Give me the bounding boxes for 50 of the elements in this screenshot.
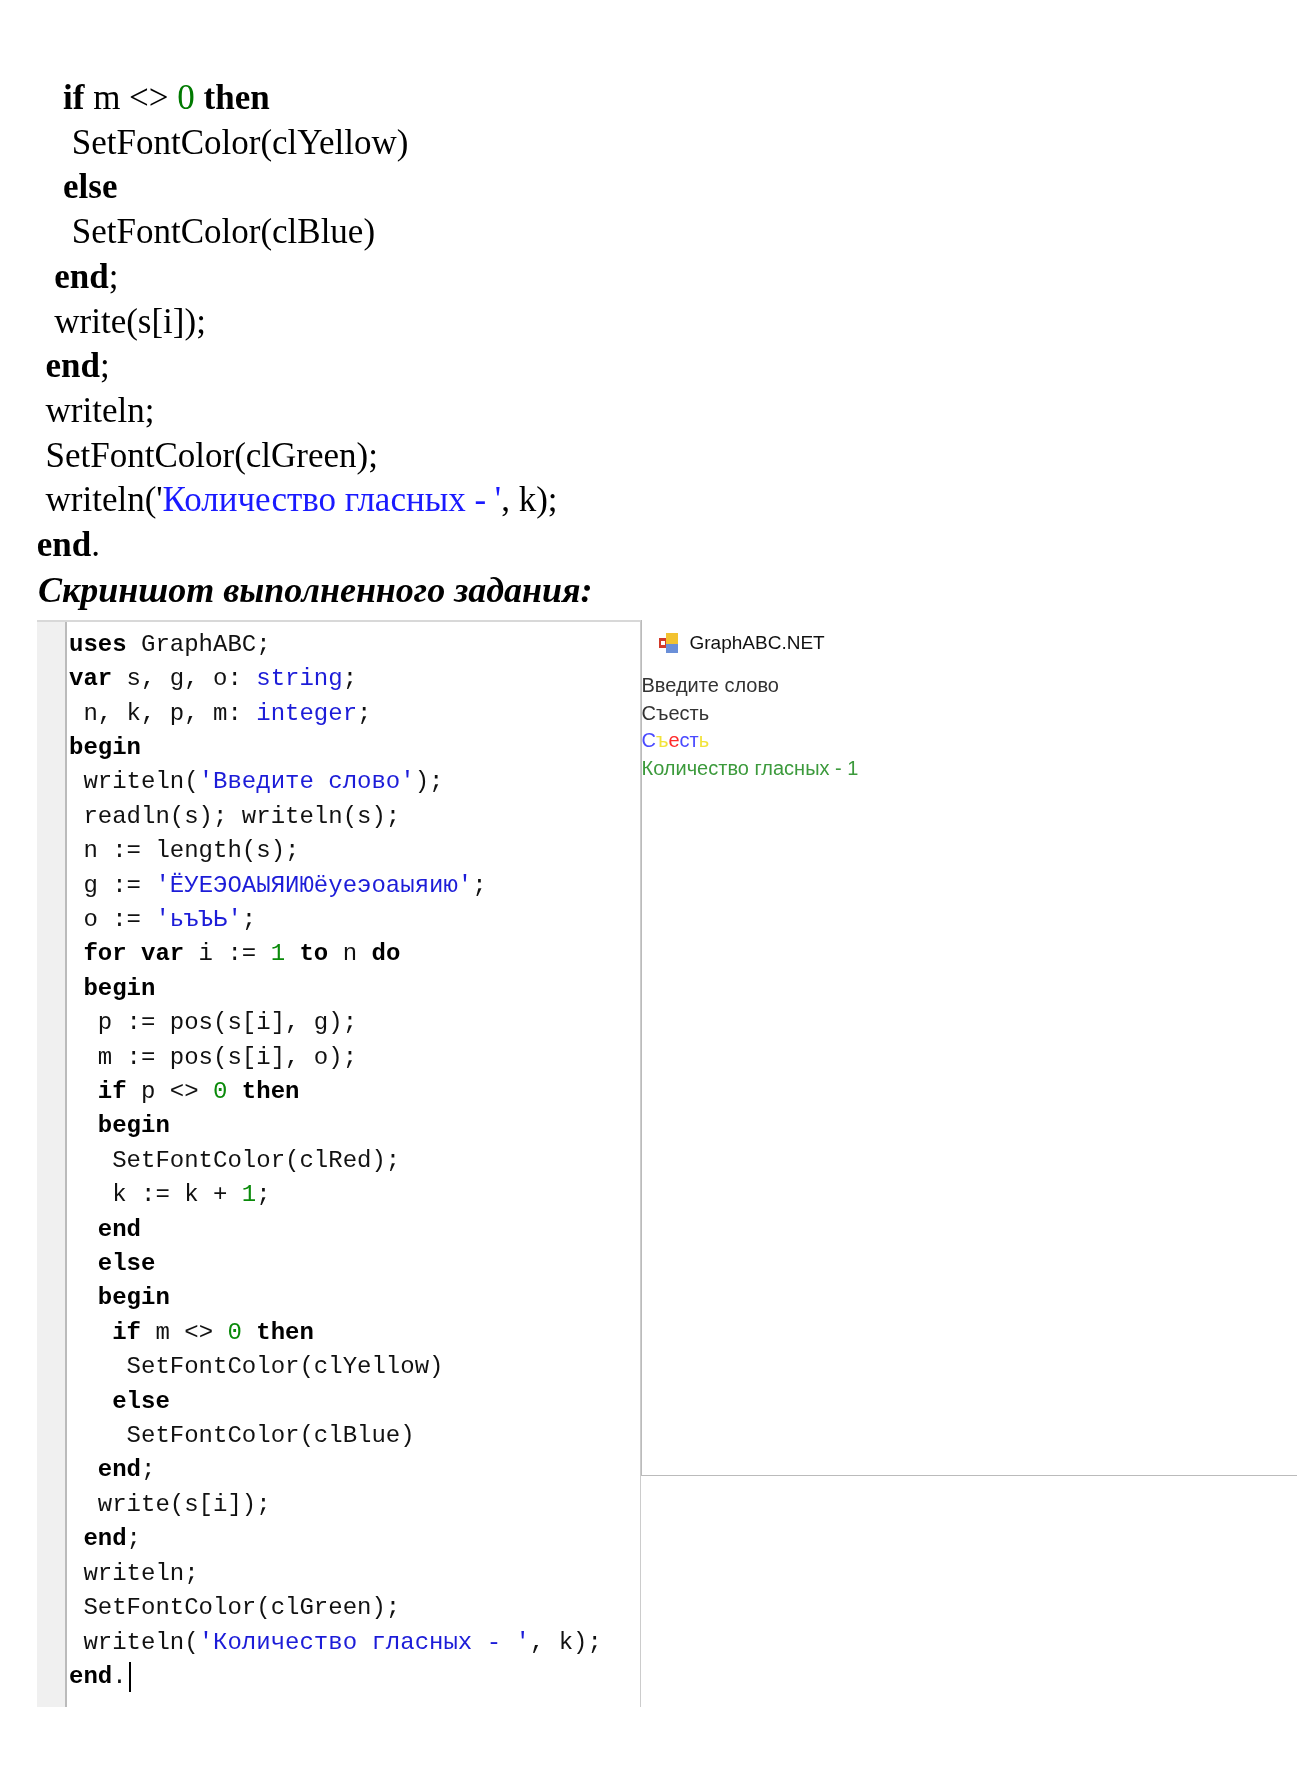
code-line: n, k, p, m: integer; xyxy=(82,698,372,729)
code-line: if m <> 0 then xyxy=(62,77,270,119)
app-icon xyxy=(657,631,680,654)
code-line: begin xyxy=(69,732,141,763)
code-line: end; xyxy=(96,1455,156,1486)
code-line: end. xyxy=(35,524,100,567)
code-line: if m <> 0 then xyxy=(111,1317,314,1348)
code-line: m := pos(s[i], o); xyxy=(96,1042,358,1073)
output-line: Съесть xyxy=(641,728,710,754)
code-line: SetFontColor(clYellow) xyxy=(70,121,409,164)
code-line: SetFontColor(clYellow) xyxy=(125,1352,444,1383)
code-line: SetFontColor(clRed); xyxy=(111,1145,401,1176)
code-line: writeln('Количество гласных - ', k); xyxy=(82,1627,602,1658)
output-line: Введите слово xyxy=(641,672,779,698)
code-line: o := 'ьъЪЬ'; xyxy=(82,905,257,935)
code-line: end; xyxy=(82,1524,141,1555)
code-line: writeln; xyxy=(82,1558,199,1589)
code-line: write(s[i]); xyxy=(96,1489,271,1520)
code-line: n := length(s); xyxy=(82,836,300,867)
code-line: writeln('Количество гласных - ', k); xyxy=(44,479,558,522)
code-line: writeln; xyxy=(44,389,155,432)
code-line: begin xyxy=(82,973,156,1004)
code-line: SetFontColor(clBlue) xyxy=(70,211,376,254)
code-line: for var i := 1 to n do xyxy=(82,939,401,970)
output-line: Съесть xyxy=(641,700,710,726)
text-cursor xyxy=(128,1661,131,1692)
code-line: else xyxy=(96,1249,156,1280)
code-line: if p <> 0 then xyxy=(96,1077,300,1107)
code-line: write(s[i]); xyxy=(53,300,206,343)
code-line: uses GraphABC; xyxy=(69,629,271,660)
code-line: readln(s); writeln(s); xyxy=(82,801,401,832)
code-line: else xyxy=(111,1386,170,1417)
code-line: SetFontColor(clGreen); xyxy=(82,1593,401,1624)
code-line: end xyxy=(96,1214,141,1245)
window-title: GraphABC.NET xyxy=(689,631,825,654)
code-line: p := pos(s[i], g); xyxy=(96,1008,358,1039)
code-line: var s, g, o: string; xyxy=(69,664,358,695)
code-line: end; xyxy=(44,345,110,388)
section-heading: Скриншот выполненного задания: xyxy=(38,568,593,612)
code-line: g := 'ЁУЕЭОАЫЯИЮёуеэоаыяию'; xyxy=(82,870,487,901)
code-line: k := k + 1; xyxy=(111,1180,271,1211)
code-line: SetFontColor(clGreen); xyxy=(44,434,378,477)
code-line: end; xyxy=(53,255,119,298)
code-line: SetFontColor(clBlue) xyxy=(125,1421,415,1452)
code-line: end. xyxy=(69,1659,131,1695)
code-line: else xyxy=(62,166,118,209)
code-line: writeln('Введите слово'); xyxy=(82,767,444,798)
code-line: begin xyxy=(96,1283,170,1314)
output-line: Количество гласных - 1 xyxy=(641,756,859,782)
code-line: begin xyxy=(96,1111,170,1142)
